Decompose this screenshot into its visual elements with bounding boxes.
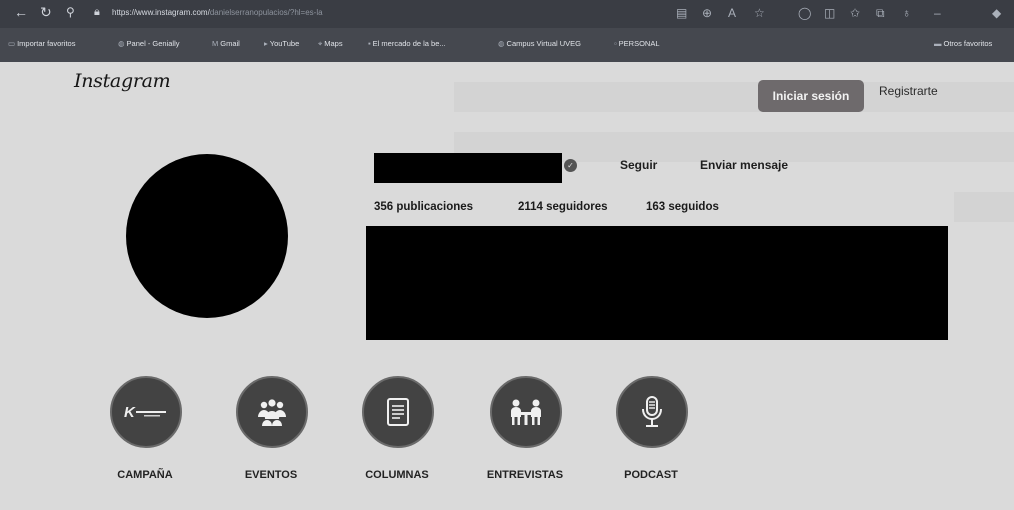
- back-arrow-icon[interactable]: ←: [14, 4, 28, 20]
- lock-icon[interactable]: 🔒︎: [94, 6, 100, 19]
- reload-icon[interactable]: ↻: [40, 4, 52, 21]
- bookmark-import[interactable]: ▭ Importar favoritos: [8, 39, 75, 48]
- address-bar[interactable]: https://www.instagram.com/danielserranop…: [112, 8, 323, 17]
- mail-icon: M: [212, 39, 219, 48]
- folder-icon: ▬: [934, 39, 942, 48]
- login-button[interactable]: Iniciar sesión: [758, 80, 864, 112]
- bookmark-gmail[interactable]: M Gmail: [212, 39, 240, 48]
- bookmark-campus[interactable]: ◍ Campus Virtual UVEG: [498, 39, 581, 48]
- favorites-icon[interactable]: ✩: [850, 6, 860, 20]
- split-screen-icon[interactable]: ◫: [824, 6, 835, 20]
- followers-count[interactable]: 2114 seguidores: [518, 201, 608, 213]
- background-bleed: [954, 192, 1014, 222]
- bookmark-maps[interactable]: ⌖ Maps: [318, 39, 343, 49]
- posts-count: 356 publicaciones: [374, 201, 474, 213]
- highlight-label: CAMPAÑA: [117, 469, 173, 481]
- bookmark-genially[interactable]: ◍ Panel - Genially: [118, 39, 180, 48]
- reader-icon[interactable]: ▤: [676, 6, 687, 20]
- username-redacted: [374, 153, 562, 183]
- url-path: danielserranopulacios/?hl=es-la: [209, 8, 323, 17]
- extension-icon[interactable]: ◯: [798, 6, 811, 20]
- youtube-icon: ▸: [264, 39, 268, 48]
- profile-avatar-redacted: [126, 154, 288, 318]
- browser-toolbar: ← ↻ ⚲ 🔒︎ https://www.instagram.com/danie…: [0, 0, 1014, 28]
- microphone-icon[interactable]: [616, 376, 688, 448]
- highlight-label: COLUMNAS: [365, 469, 429, 481]
- bio-redacted: [366, 226, 948, 340]
- verified-badge-icon: ✓: [564, 159, 577, 172]
- copilot-icon[interactable]: ◆: [992, 6, 1001, 20]
- collections-icon[interactable]: ⧉: [876, 6, 885, 21]
- globe-icon: ◍: [118, 39, 125, 48]
- instagram-logo[interactable]: Instagram: [74, 70, 171, 92]
- bookmark-mercado[interactable]: ▪ El mercado de la be...: [368, 39, 446, 48]
- minimize-icon[interactable]: –: [934, 6, 941, 20]
- folder-icon: ▭: [8, 39, 16, 48]
- svg-text:K: K: [124, 404, 136, 421]
- highlight-label: ENTREVISTAS: [486, 469, 564, 481]
- bookmark-youtube[interactable]: ▸ YouTube: [264, 39, 299, 48]
- highlight-label: EVENTOS: [244, 469, 298, 481]
- instagram-profile-page: Instagram Iniciar sesión Registrarte ✓ S…: [0, 62, 1014, 510]
- profile-icon[interactable]: ♁: [902, 6, 911, 20]
- map-icon: ⌖: [318, 39, 323, 48]
- document-icon[interactable]: [362, 376, 434, 448]
- following-count[interactable]: 163 seguidos: [646, 201, 719, 213]
- page-icon: ▫: [614, 39, 617, 48]
- people-group-icon[interactable]: [236, 376, 308, 448]
- search-icon[interactable]: ⚲: [66, 5, 75, 19]
- highlight-label: PODCAST: [624, 469, 678, 481]
- globe-icon: ◍: [498, 39, 505, 48]
- register-link[interactable]: Registrarte: [879, 84, 938, 98]
- interview-icon[interactable]: [490, 376, 562, 448]
- bookmarks-bar: ▭ Importar favoritos ◍ Panel - Genially MG…: [0, 28, 1014, 62]
- other-favorites[interactable]: ▬ Otros favoritos: [934, 39, 992, 48]
- favorite-star-icon[interactable]: ☆: [754, 6, 765, 20]
- read-aloud-icon[interactable]: A: [728, 6, 736, 20]
- follow-button[interactable]: Seguir: [620, 158, 657, 172]
- bookmark-personal[interactable]: ▫ PERSONAL: [614, 39, 660, 48]
- campaign-logo-icon[interactable]: K: [110, 376, 182, 448]
- zoom-icon[interactable]: ⊕: [702, 6, 712, 20]
- page-icon: ▪: [368, 39, 371, 48]
- url-host: https://www.instagram.com/: [112, 8, 210, 17]
- send-message-button[interactable]: Enviar mensaje: [700, 158, 788, 172]
